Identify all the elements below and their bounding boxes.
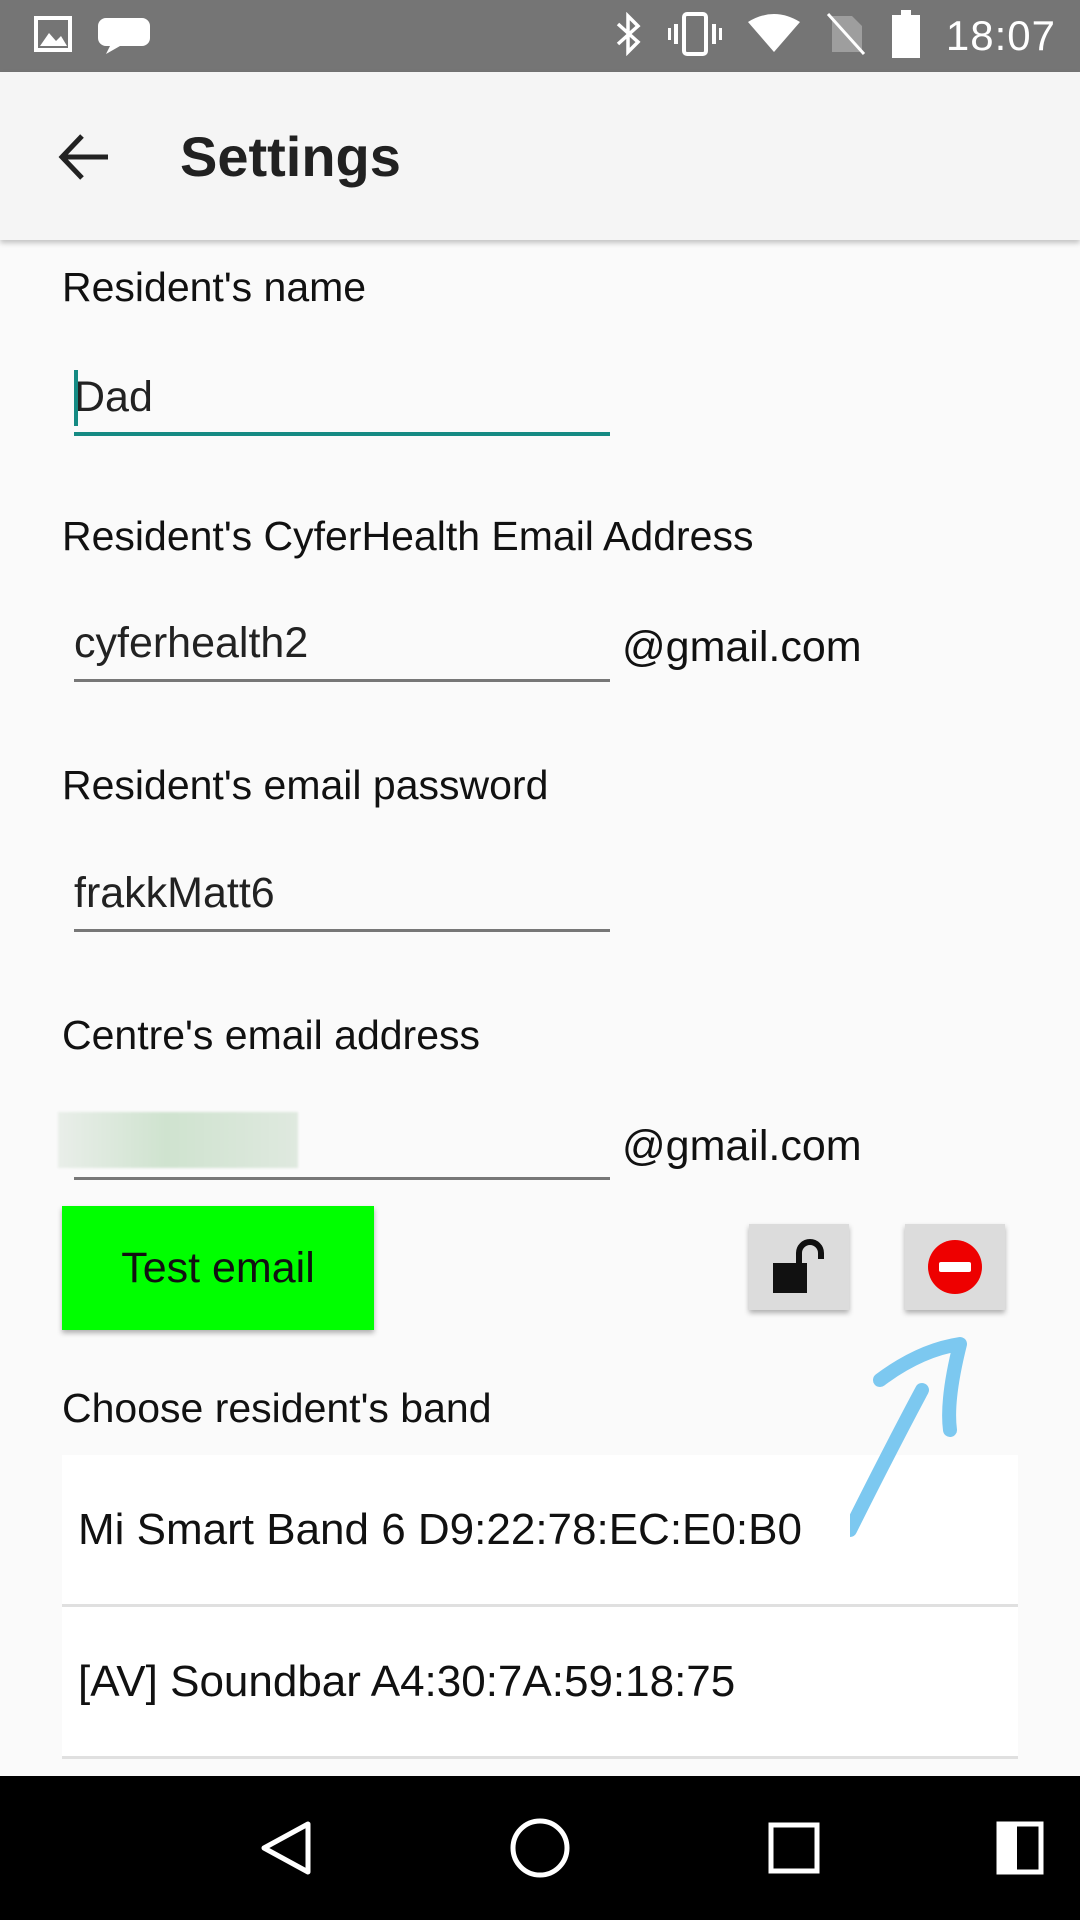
centre-email-suffix: @gmail.com bbox=[622, 1122, 862, 1170]
image-notification-icon bbox=[34, 16, 72, 57]
cyferhealth-email-suffix: @gmail.com bbox=[622, 623, 862, 671]
back-button[interactable] bbox=[50, 122, 120, 192]
band-list: Mi Smart Band 6 D9:22:78:EC:E0:B0 [AV] S… bbox=[62, 1455, 1018, 1759]
nav-back-icon bbox=[261, 1821, 311, 1875]
nav-split-button[interactable] bbox=[960, 1776, 1080, 1920]
band-item-label: [AV] Soundbar A4:30:7A:59:18:75 bbox=[78, 1656, 736, 1706]
test-email-button[interactable]: Test email bbox=[62, 1206, 374, 1330]
band-list-item[interactable]: Mi Smart Band 6 D9:22:78:EC:E0:B0 bbox=[62, 1455, 1018, 1607]
unlock-button[interactable] bbox=[749, 1224, 849, 1310]
status-bar: 18:07 bbox=[0, 0, 1080, 72]
nav-recents-button[interactable] bbox=[734, 1776, 854, 1920]
centre-email-label: Centre's email address bbox=[62, 1012, 481, 1058]
arrow-back-icon bbox=[58, 134, 108, 180]
battery-icon bbox=[891, 9, 920, 63]
nav-recents-icon bbox=[768, 1822, 820, 1874]
app-toolbar: Settings bbox=[0, 72, 1080, 240]
email-password-label: Resident's email password bbox=[62, 762, 549, 808]
system-nav-bar bbox=[0, 1776, 1080, 1920]
resident-name-value: Dad bbox=[74, 373, 153, 421]
text-cursor bbox=[74, 370, 78, 426]
nav-home-icon bbox=[510, 1818, 570, 1878]
no-sim-icon bbox=[826, 12, 866, 61]
resident-name-label: Resident's name bbox=[62, 264, 367, 310]
status-bar-notifications bbox=[34, 14, 150, 59]
status-bar-system: 18:07 bbox=[614, 0, 1056, 72]
status-clock: 18:07 bbox=[945, 12, 1056, 59]
unlock-icon bbox=[773, 1239, 824, 1293]
bluetooth-icon bbox=[614, 11, 642, 61]
band-chooser-label: Choose resident's band bbox=[62, 1385, 492, 1431]
nav-split-icon bbox=[996, 1821, 1044, 1875]
remove-circle-icon bbox=[928, 1240, 982, 1294]
test-email-label: Test email bbox=[121, 1243, 315, 1292]
resident-name-field[interactable]: Dad bbox=[74, 366, 610, 436]
cyferhealth-email-field[interactable]: cyferhealth2 bbox=[74, 612, 610, 682]
email-password-value: frakkMatt6 bbox=[74, 869, 275, 917]
vibrate-icon bbox=[667, 11, 722, 61]
centre-email-field[interactable] bbox=[74, 1110, 610, 1180]
chat-notification-icon bbox=[98, 14, 150, 59]
cyferhealth-email-label: Resident's CyferHealth Email Address bbox=[62, 513, 754, 559]
nav-back-button[interactable] bbox=[226, 1776, 346, 1920]
band-list-item[interactable]: [AV] Soundbar A4:30:7A:59:18:75 bbox=[62, 1607, 1018, 1759]
nav-home-button[interactable] bbox=[480, 1776, 600, 1920]
band-item-label: Mi Smart Band 6 D9:22:78:EC:E0:B0 bbox=[78, 1504, 802, 1554]
page-title: Settings bbox=[180, 125, 401, 188]
email-password-field[interactable]: frakkMatt6 bbox=[74, 862, 610, 932]
wifi-icon bbox=[747, 13, 800, 59]
cyferhealth-email-value: cyferhealth2 bbox=[74, 619, 309, 667]
remove-button[interactable] bbox=[905, 1224, 1005, 1310]
